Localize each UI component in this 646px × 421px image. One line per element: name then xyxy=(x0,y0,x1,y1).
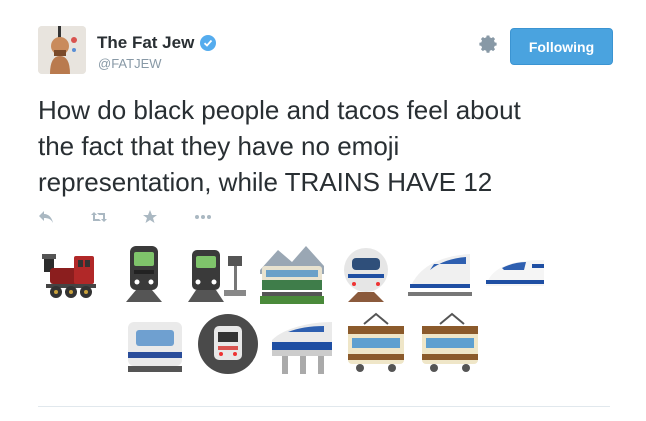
avatar-image xyxy=(38,26,86,74)
favorite-icon[interactable] xyxy=(142,206,194,228)
user-name[interactable]: The Fat Jew xyxy=(97,33,194,53)
high-speed-train-icon xyxy=(408,254,472,296)
monorail-icon xyxy=(272,322,332,374)
tram-car-icon xyxy=(422,312,478,372)
gear-icon[interactable] xyxy=(477,33,499,55)
verified-badge-icon xyxy=(200,35,217,51)
light-rail-icon xyxy=(128,322,182,372)
avatar[interactable] xyxy=(38,26,86,74)
tweet-text: How do black people and tacos feel about… xyxy=(38,95,521,197)
tweet-actions xyxy=(38,206,246,228)
train-icon xyxy=(126,246,162,302)
steam-locomotive-icon xyxy=(42,254,96,298)
user-handle[interactable]: @FATJEW xyxy=(98,56,162,71)
reply-icon[interactable] xyxy=(38,206,90,228)
high-speed-train-front-icon xyxy=(344,248,388,302)
user-name-row[interactable]: The Fat Jew xyxy=(97,33,217,53)
metro-icon xyxy=(198,314,258,374)
tram-icon xyxy=(348,312,404,372)
railway-car-icon xyxy=(260,246,324,304)
following-button[interactable]: Following xyxy=(510,28,613,65)
station-train-icon xyxy=(188,250,246,302)
divider xyxy=(38,406,610,407)
bullet-train-icon xyxy=(486,260,544,286)
emoji-row-1 xyxy=(38,240,546,304)
emoji-row-2 xyxy=(122,312,482,376)
retweet-icon[interactable] xyxy=(90,206,142,228)
more-icon[interactable] xyxy=(194,206,246,228)
